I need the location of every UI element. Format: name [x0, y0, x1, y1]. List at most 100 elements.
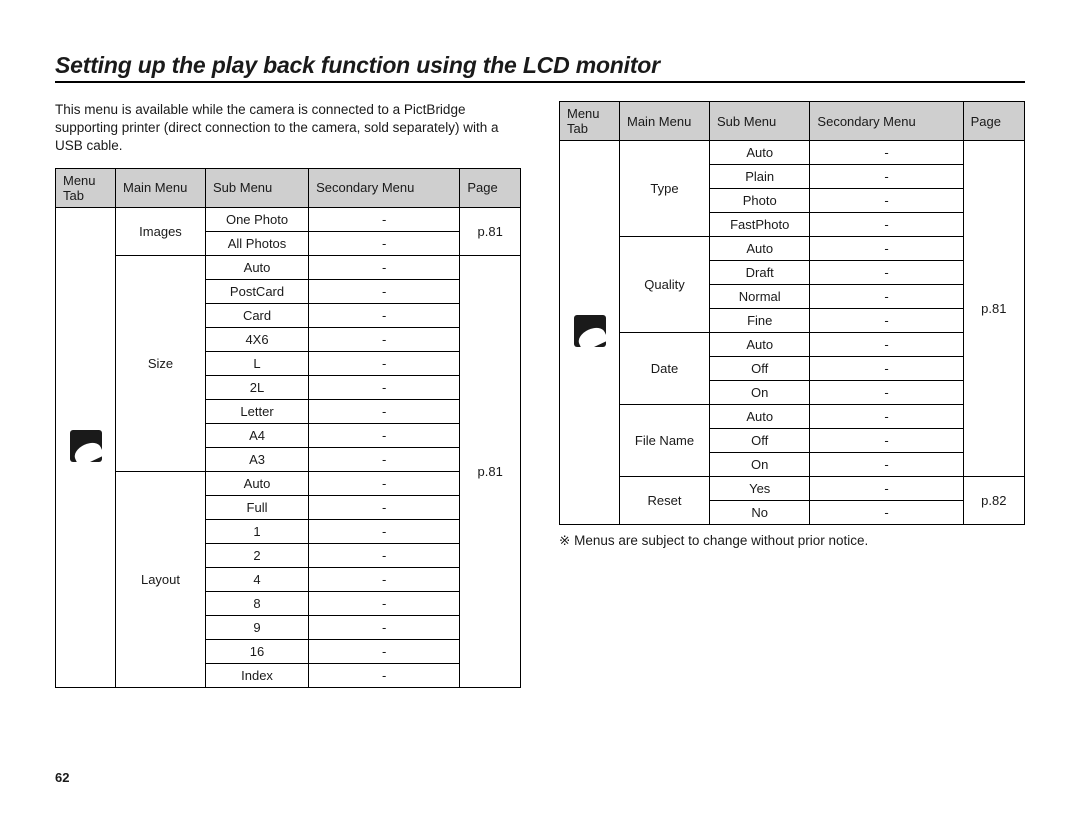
page-number: 62: [55, 770, 69, 785]
secondary-menu-cell: -: [810, 237, 963, 261]
pictbridge-icon: [70, 430, 102, 462]
menu-table-left: Menu TabMain MenuSub MenuSecondary MenuP…: [55, 168, 521, 688]
sub-menu-cell: 2: [206, 543, 309, 567]
main-menu-cell: Quality: [620, 237, 710, 333]
sub-menu-cell: No: [710, 501, 810, 525]
secondary-menu-cell: -: [810, 213, 963, 237]
sub-menu-cell: On: [710, 381, 810, 405]
secondary-menu-cell: -: [810, 261, 963, 285]
table-row: File NameAuto-: [560, 405, 1025, 429]
sub-menu-cell: 9: [206, 615, 309, 639]
sub-menu-cell: PostCard: [206, 279, 309, 303]
sub-menu-cell: L: [206, 351, 309, 375]
sub-menu-cell: Auto: [710, 405, 810, 429]
secondary-menu-cell: -: [810, 381, 963, 405]
sub-menu-cell: Letter: [206, 399, 309, 423]
main-menu-cell: Layout: [116, 471, 206, 687]
sub-menu-cell: Off: [710, 357, 810, 381]
sub-menu-cell: 8: [206, 591, 309, 615]
col-header: Main Menu: [116, 168, 206, 207]
sub-menu-cell: Off: [710, 429, 810, 453]
table-row: TypeAuto-p.81: [560, 141, 1025, 165]
secondary-menu-cell: -: [309, 279, 460, 303]
sub-menu-cell: All Photos: [206, 231, 309, 255]
main-menu-cell: Type: [620, 141, 710, 237]
sub-menu-cell: 1: [206, 519, 309, 543]
page-cell: p.81: [460, 207, 521, 255]
col-header: Page: [460, 168, 521, 207]
secondary-menu-cell: -: [309, 495, 460, 519]
sub-menu-cell: Draft: [710, 261, 810, 285]
pictbridge-icon: [574, 315, 606, 347]
sub-menu-cell: Index: [206, 663, 309, 687]
table-row: DateAuto-: [560, 333, 1025, 357]
secondary-menu-cell: -: [309, 471, 460, 495]
col-header: Page: [963, 102, 1024, 141]
menu-tab-cell: [56, 207, 116, 687]
col-header: Secondary Menu: [810, 102, 963, 141]
secondary-menu-cell: -: [309, 255, 460, 279]
col-header: Menu Tab: [560, 102, 620, 141]
secondary-menu-cell: -: [309, 327, 460, 351]
secondary-menu-cell: -: [810, 357, 963, 381]
secondary-menu-cell: -: [309, 399, 460, 423]
secondary-menu-cell: -: [309, 303, 460, 327]
sub-menu-cell: 4X6: [206, 327, 309, 351]
col-header: Secondary Menu: [309, 168, 460, 207]
note-symbol: ※: [559, 533, 570, 548]
secondary-menu-cell: -: [309, 543, 460, 567]
col-header: Menu Tab: [56, 168, 116, 207]
sub-menu-cell: Card: [206, 303, 309, 327]
sub-menu-cell: A4: [206, 423, 309, 447]
menu-tab-cell: [560, 141, 620, 525]
secondary-menu-cell: -: [309, 375, 460, 399]
secondary-menu-cell: -: [309, 207, 460, 231]
col-header: Sub Menu: [206, 168, 309, 207]
sub-menu-cell: Yes: [710, 477, 810, 501]
sub-menu-cell: One Photo: [206, 207, 309, 231]
secondary-menu-cell: -: [810, 309, 963, 333]
secondary-menu-cell: -: [810, 333, 963, 357]
page-cell: p.81: [460, 255, 521, 687]
secondary-menu-cell: -: [309, 567, 460, 591]
main-menu-cell: Reset: [620, 477, 710, 525]
sub-menu-cell: Full: [206, 495, 309, 519]
table-row: ImagesOne Photo-p.81: [56, 207, 521, 231]
sub-menu-cell: Auto: [206, 255, 309, 279]
secondary-menu-cell: -: [810, 405, 963, 429]
main-menu-cell: File Name: [620, 405, 710, 477]
secondary-menu-cell: -: [810, 285, 963, 309]
secondary-menu-cell: -: [810, 189, 963, 213]
sub-menu-cell: Auto: [710, 237, 810, 261]
sub-menu-cell: 2L: [206, 375, 309, 399]
table-row: LayoutAuto-: [56, 471, 521, 495]
secondary-menu-cell: -: [309, 591, 460, 615]
page-title: Setting up the play back function using …: [55, 52, 1025, 79]
sub-menu-cell: Normal: [710, 285, 810, 309]
secondary-menu-cell: -: [309, 519, 460, 543]
secondary-menu-cell: -: [810, 477, 963, 501]
secondary-menu-cell: -: [810, 429, 963, 453]
sub-menu-cell: Fine: [710, 309, 810, 333]
footnote: ※ Menus are subject to change without pr…: [559, 533, 1025, 549]
main-menu-cell: Size: [116, 255, 206, 471]
sub-menu-cell: FastPhoto: [710, 213, 810, 237]
secondary-menu-cell: -: [309, 663, 460, 687]
sub-menu-cell: Auto: [206, 471, 309, 495]
sub-menu-cell: Auto: [710, 333, 810, 357]
main-menu-cell: Images: [116, 207, 206, 255]
col-header: Main Menu: [620, 102, 710, 141]
main-menu-cell: Date: [620, 333, 710, 405]
menu-table-right: Menu TabMain MenuSub MenuSecondary MenuP…: [559, 101, 1025, 525]
secondary-menu-cell: -: [810, 141, 963, 165]
secondary-menu-cell: -: [309, 231, 460, 255]
sub-menu-cell: Auto: [710, 141, 810, 165]
secondary-menu-cell: -: [810, 453, 963, 477]
secondary-menu-cell: -: [810, 165, 963, 189]
sub-menu-cell: 4: [206, 567, 309, 591]
secondary-menu-cell: -: [810, 501, 963, 525]
col-header: Sub Menu: [710, 102, 810, 141]
sub-menu-cell: Plain: [710, 165, 810, 189]
sub-menu-cell: 16: [206, 639, 309, 663]
secondary-menu-cell: -: [309, 615, 460, 639]
